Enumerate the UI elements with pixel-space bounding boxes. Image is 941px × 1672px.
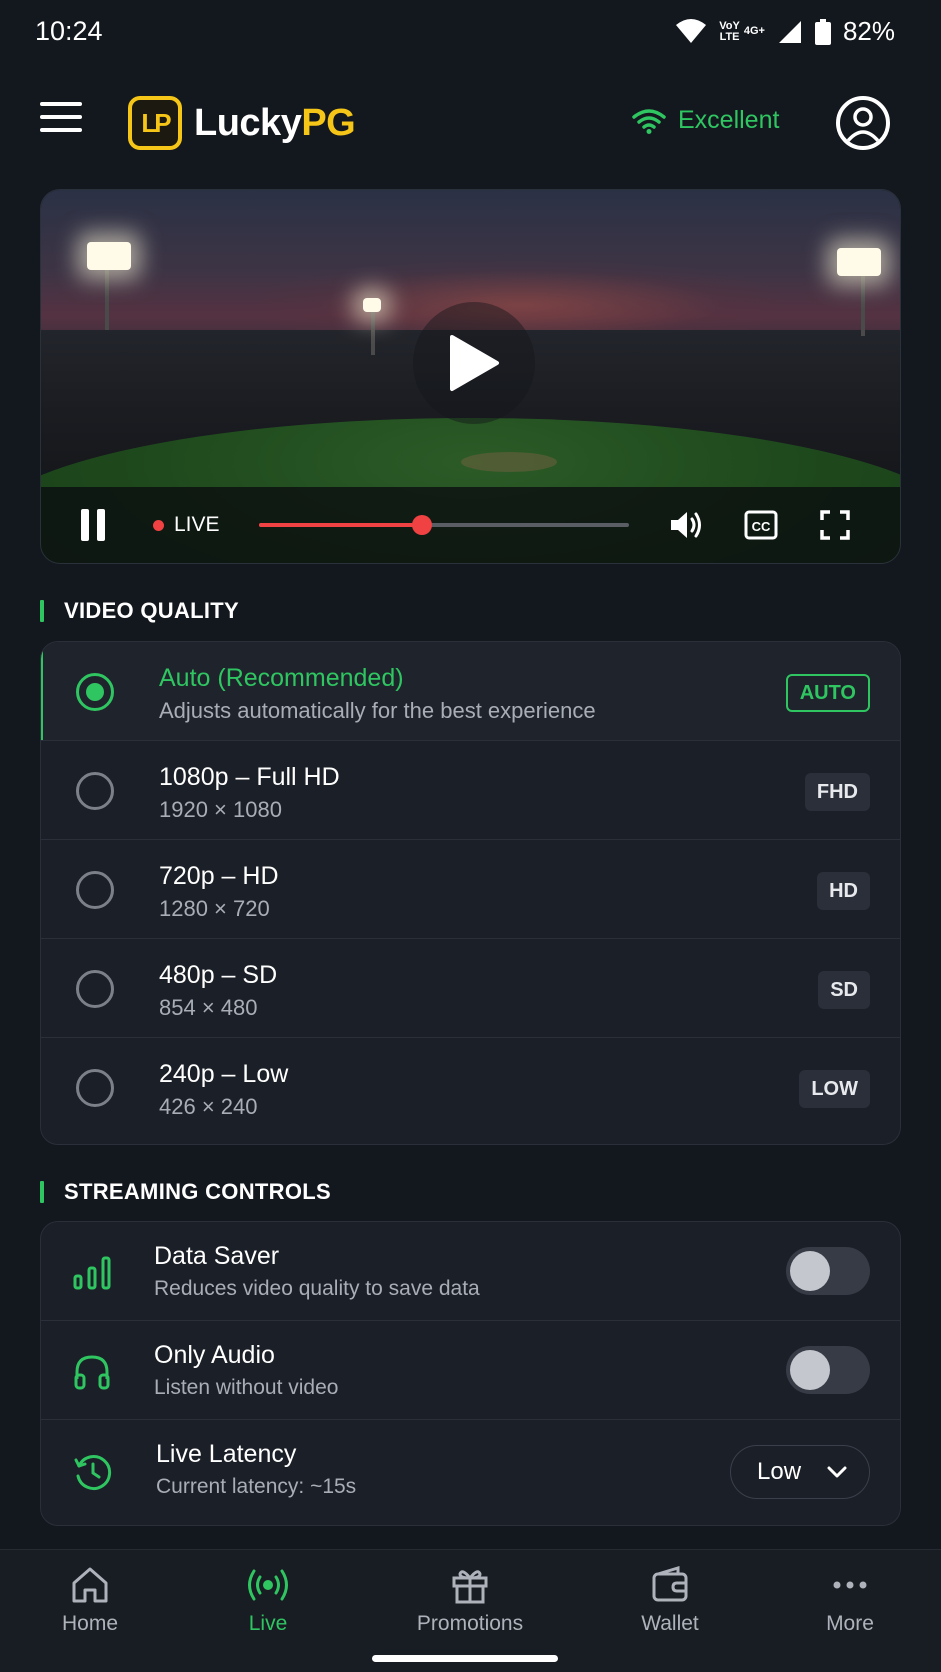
quality-badge: AUTO [785,674,870,712]
player-controls: LIVE CC [41,487,900,563]
connection-label: Excellent [678,106,780,134]
quality-option-auto[interactable]: Auto (Recommended) Adjusts automatically… [41,642,900,741]
nav-live[interactable]: Live [188,1566,348,1636]
battery-percent: 82% [842,16,895,46]
streaming-controls-card: Data Saver Reduces video quality to save… [40,1221,901,1526]
only-audio-subtitle: Listen without video [154,1376,339,1399]
quality-badge: SD [818,971,870,1009]
radio-unselected[interactable] [76,970,114,1008]
nav-more[interactable]: More [770,1566,930,1636]
quality-badge: LOW [799,1070,870,1108]
streaming-controls-heading: STREAMING CONTROLS [40,1179,331,1205]
nav-wallet[interactable]: Wallet [590,1566,750,1636]
radio-unselected[interactable] [76,772,114,810]
nav-promotions[interactable]: Promotions [390,1566,550,1636]
live-latency-title: Live Latency [156,1440,297,1468]
nav-label: Home [61,1612,119,1635]
quality-badge: FHD [804,773,870,811]
network-type: VoY LTE 4G+ [719,19,765,43]
radio-selected[interactable] [76,673,114,711]
latency-select[interactable]: Low [730,1445,870,1499]
radio-unselected[interactable] [76,871,114,909]
only-audio-title: Only Audio [154,1341,275,1369]
wifi-status-icon [676,18,707,43]
live-indicator: LIVE [153,513,220,537]
quality-subtitle: 1920 × 1080 [159,797,282,822]
quality-subtitle: 1280 × 720 [159,896,270,921]
home-indicator[interactable] [372,1655,558,1662]
video-player[interactable]: LIVE CC [40,189,901,564]
only-audio-toggle[interactable] [786,1346,870,1394]
quality-option-1080p[interactable]: 1080p – Full HD 1920 × 1080 FHD [41,741,900,840]
latency-value: Low [757,1458,802,1485]
only-audio-row: Only Audio Listen without video [41,1321,900,1420]
logo-text: LuckyPG [194,101,356,145]
app-logo[interactable]: LP LuckyPG [128,96,356,150]
profile-icon[interactable] [836,96,890,150]
quality-title: 480p – SD [159,961,278,989]
quality-badge: HD [817,872,870,910]
seek-handle[interactable] [411,515,432,535]
seek-progress [259,523,422,527]
live-label: LIVE [174,513,220,536]
quality-title: 720p – HD [159,862,279,890]
app-header: LP LuckyPG Excellent [0,82,941,162]
cc-icon[interactable]: CC [744,509,778,541]
radio-unselected[interactable] [76,1069,114,1107]
pause-icon[interactable] [81,509,107,541]
chevron-down-icon [827,1466,847,1478]
menu-icon[interactable] [40,102,82,142]
bar-chart-icon [73,1256,111,1290]
broadcast-icon [248,1569,288,1601]
home-icon [72,1567,108,1603]
more-icon [833,1581,867,1589]
wallet-icon [652,1566,688,1602]
quality-subtitle: 854 × 480 [159,995,258,1020]
nav-label: Promotions [416,1612,524,1635]
play-icon[interactable] [413,302,535,424]
status-icons: VoY LTE 4G+ 82% [675,16,895,47]
status-bar: 10:24 VoY LTE 4G+ 82% [0,0,941,66]
logo-name-part1: Lucky [194,101,302,144]
signal-icon [778,20,801,43]
quality-option-480p[interactable]: 480p – SD 854 × 480 SD [41,939,900,1038]
wifi-icon [632,108,666,134]
nav-home[interactable]: Home [10,1566,170,1636]
net-lte-label: LTE [719,30,740,43]
gift-icon [452,1570,488,1604]
net-volte-label: VoY [719,19,740,32]
quality-title: 1080p – Full HD [159,763,340,791]
volume-icon[interactable] [669,509,705,541]
battery-icon [814,18,831,45]
video-quality-heading: VIDEO QUALITY [40,598,239,624]
live-latency-row: Live Latency Current latency: ~15s Low [41,1420,900,1523]
svg-text:CC: CC [752,519,771,534]
logo-mark: LP [128,96,182,150]
data-saver-row: Data Saver Reduces video quality to save… [41,1222,900,1321]
logo-name-part2: PG [301,101,356,144]
quality-subtitle: Adjusts automatically for the best exper… [159,698,596,723]
nav-label: Wallet [641,1612,699,1635]
data-saver-toggle[interactable] [786,1247,870,1295]
connection-status[interactable]: Excellent [632,106,779,135]
fullscreen-icon[interactable] [819,509,851,541]
data-saver-subtitle: Reduces video quality to save data [154,1277,480,1300]
net-4g-label: 4G+ [743,25,765,37]
seek-bar[interactable] [259,515,629,535]
bottom-navigation: Home Live Promotions Wallet More [0,1549,941,1672]
quality-title: 240p – Low [159,1060,289,1088]
nav-label: Live [248,1612,288,1635]
data-saver-title: Data Saver [154,1242,280,1270]
nav-label: More [826,1612,874,1635]
quality-subtitle: 426 × 240 [159,1094,258,1119]
quality-title: Auto (Recommended) [159,664,404,692]
quality-option-720p[interactable]: 720p – HD 1280 × 720 HD [41,840,900,939]
status-time: 10:24 [35,16,103,46]
live-latency-subtitle: Current latency: ~15s [156,1475,357,1498]
clock-icon [74,1455,112,1490]
headphones-icon [74,1355,110,1390]
quality-option-240p[interactable]: 240p – Low 426 × 240 LOW [41,1038,900,1137]
live-dot [153,519,164,531]
video-quality-card: Auto (Recommended) Adjusts automatically… [40,641,901,1145]
